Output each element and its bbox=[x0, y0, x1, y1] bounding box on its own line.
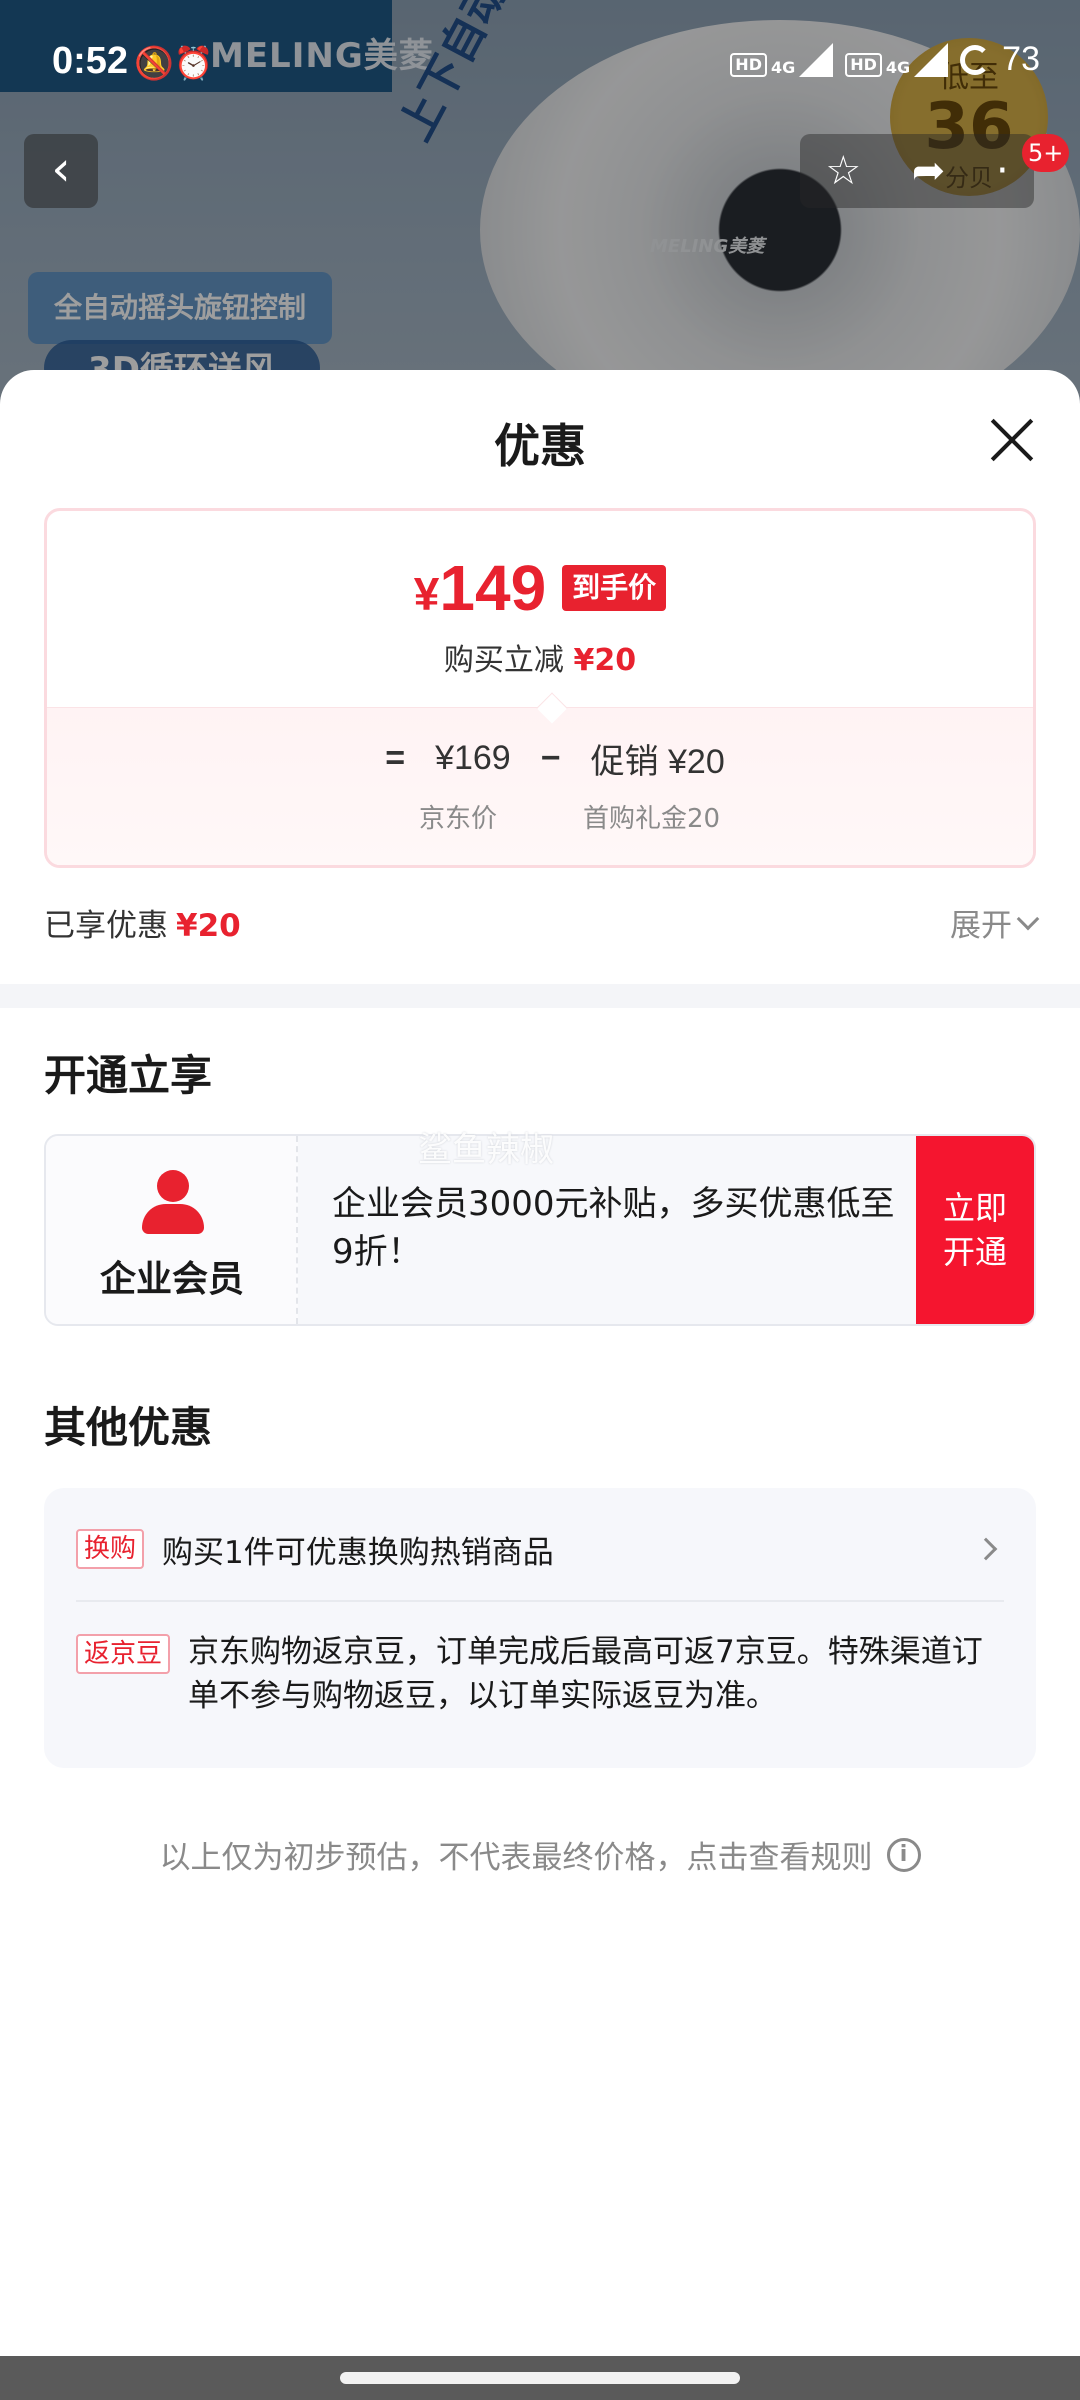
exchange-offer-row[interactable]: 换购 购买1件可优惠换购热销商品 bbox=[76, 1524, 1004, 1574]
reduction-amount: ¥20 bbox=[573, 643, 637, 678]
hd-label: HD bbox=[845, 52, 882, 77]
close-icon[interactable] bbox=[984, 412, 1040, 468]
more-icon[interactable]: · bbox=[996, 148, 1009, 194]
network-type-label: 4G bbox=[885, 57, 911, 77]
share-icon[interactable]: ➦ bbox=[912, 148, 946, 194]
promo-label: 首购礼金20 bbox=[583, 804, 721, 834]
jd-bean-offer-text: 京东购物返京豆，订单完成后最高可返7京豆。特殊渠道订单不参与购物返豆，以订单实际… bbox=[188, 1634, 983, 1714]
final-price: ¥149 bbox=[414, 551, 546, 625]
status-right-icons: HD 4G HD 4G 73 bbox=[730, 40, 1040, 79]
star-icon[interactable]: ☆ bbox=[825, 148, 861, 194]
hd-label: HD bbox=[730, 52, 767, 77]
discount-sheet: 优惠 ¥149 到手价 购买立减 ¥20 = ¥169 − 促销 ¥20 京东价… bbox=[0, 370, 1080, 2400]
status-bar: 0:52 🔕⏰ HD 4G HD 4G 73 bbox=[0, 0, 1080, 120]
exchange-tag: 换购 bbox=[76, 1529, 145, 1569]
instant-reduction: 购买立减 ¥20 bbox=[47, 635, 1033, 679]
minus-sign: − bbox=[540, 739, 561, 777]
notification-icons: 🔕⏰ bbox=[134, 44, 214, 82]
section-divider bbox=[0, 984, 1080, 1008]
chevron-down-icon bbox=[1016, 907, 1040, 930]
network-type-label: 4G bbox=[770, 57, 796, 77]
footnote-text: 以上仅为初步预估，不代表最终价格，点击查看规则 bbox=[159, 1840, 873, 1876]
enjoyed-label: 已享优惠 bbox=[44, 908, 168, 944]
message-count-badge: 5+ bbox=[1022, 134, 1070, 172]
signal-strength-icon bbox=[799, 42, 834, 77]
final-price-tag: 到手价 bbox=[562, 565, 667, 611]
equals-sign: = bbox=[385, 739, 406, 777]
price-formula-section: = ¥169 − 促销 ¥20 京东价 首购礼金20 bbox=[47, 707, 1033, 865]
enjoyed-discount: 已享优惠 ¥20 bbox=[44, 900, 241, 945]
other-offers-card: 换购 购买1件可优惠换购热销商品 返京豆 京东购物返京豆，订单完成后最高可返7京… bbox=[44, 1488, 1036, 1768]
currency-symbol: ¥ bbox=[413, 568, 440, 620]
price-formula: = ¥169 − 促销 ¥20 bbox=[47, 734, 1033, 783]
rules-footnote[interactable]: 以上仅为初步预估，不代表最终价格，点击查看规则 i bbox=[0, 1832, 1080, 1877]
jd-bean-offer-row: 返京豆 京东购物返京豆，订单完成后最高可返7京豆。特殊渠道订单不参与购物返豆，以… bbox=[76, 1630, 1004, 1718]
signal-2-icon: HD 4G bbox=[845, 42, 949, 77]
reduction-label: 购买立减 bbox=[443, 643, 564, 678]
info-icon: i bbox=[886, 1837, 921, 1872]
expand-button[interactable]: 展开 bbox=[950, 900, 1040, 945]
membership-section-title: 开通立享 bbox=[44, 1051, 213, 1100]
battery-level: 73 bbox=[1002, 40, 1040, 78]
back-arrow-icon: ‹ bbox=[51, 141, 71, 197]
promo-discount: 促销 ¥20 bbox=[590, 743, 725, 781]
final-price-row: ¥149 到手价 bbox=[47, 551, 1033, 625]
member-badge: 企业会员 bbox=[46, 1136, 298, 1324]
enjoyed-amount: ¥20 bbox=[176, 908, 241, 944]
exchange-offer-text: 购买1件可优惠换购热销商品 bbox=[162, 1534, 554, 1571]
back-button[interactable]: ‹ bbox=[24, 134, 98, 208]
signal-strength-icon bbox=[914, 42, 949, 77]
person-icon bbox=[138, 1170, 208, 1240]
price-breakdown-card: ¥149 到手价 购买立减 ¥20 = ¥169 − 促销 ¥20 京东价 首购… bbox=[44, 508, 1036, 868]
open-button-line2: 开通 bbox=[942, 1233, 1007, 1271]
hero-action-group: ☆ ➦ · bbox=[800, 134, 1034, 208]
member-description: 企业会员3000元补贴，多买优惠低至9折！ bbox=[332, 1184, 895, 1272]
home-indicator[interactable] bbox=[340, 2372, 740, 2384]
jd-price: ¥169 bbox=[435, 739, 511, 777]
chevron-right-icon bbox=[974, 1537, 998, 1561]
signal-1-icon: HD 4G bbox=[730, 42, 834, 77]
other-offers-title: 其他优惠 bbox=[44, 1403, 213, 1452]
watermark-text: 鲨鱼辣椒 bbox=[418, 1130, 554, 1170]
status-time: 0:52 bbox=[52, 40, 129, 82]
open-button-line1: 立即 bbox=[942, 1189, 1007, 1227]
row-divider bbox=[76, 1600, 1004, 1602]
open-membership-button[interactable]: 立即 开通 bbox=[916, 1136, 1034, 1324]
final-price-section: ¥149 到手价 购买立减 ¥20 bbox=[47, 511, 1033, 707]
member-label: 企业会员 bbox=[99, 1259, 244, 1300]
system-nav-bar bbox=[0, 2356, 1080, 2400]
battery-icon bbox=[960, 44, 991, 75]
sheet-title: 优惠 bbox=[494, 419, 586, 473]
final-price-value: 149 bbox=[439, 552, 547, 624]
expand-label: 展开 bbox=[950, 908, 1012, 944]
jd-price-label: 京东价 bbox=[419, 804, 498, 834]
jd-bean-tag: 返京豆 bbox=[76, 1634, 171, 1674]
